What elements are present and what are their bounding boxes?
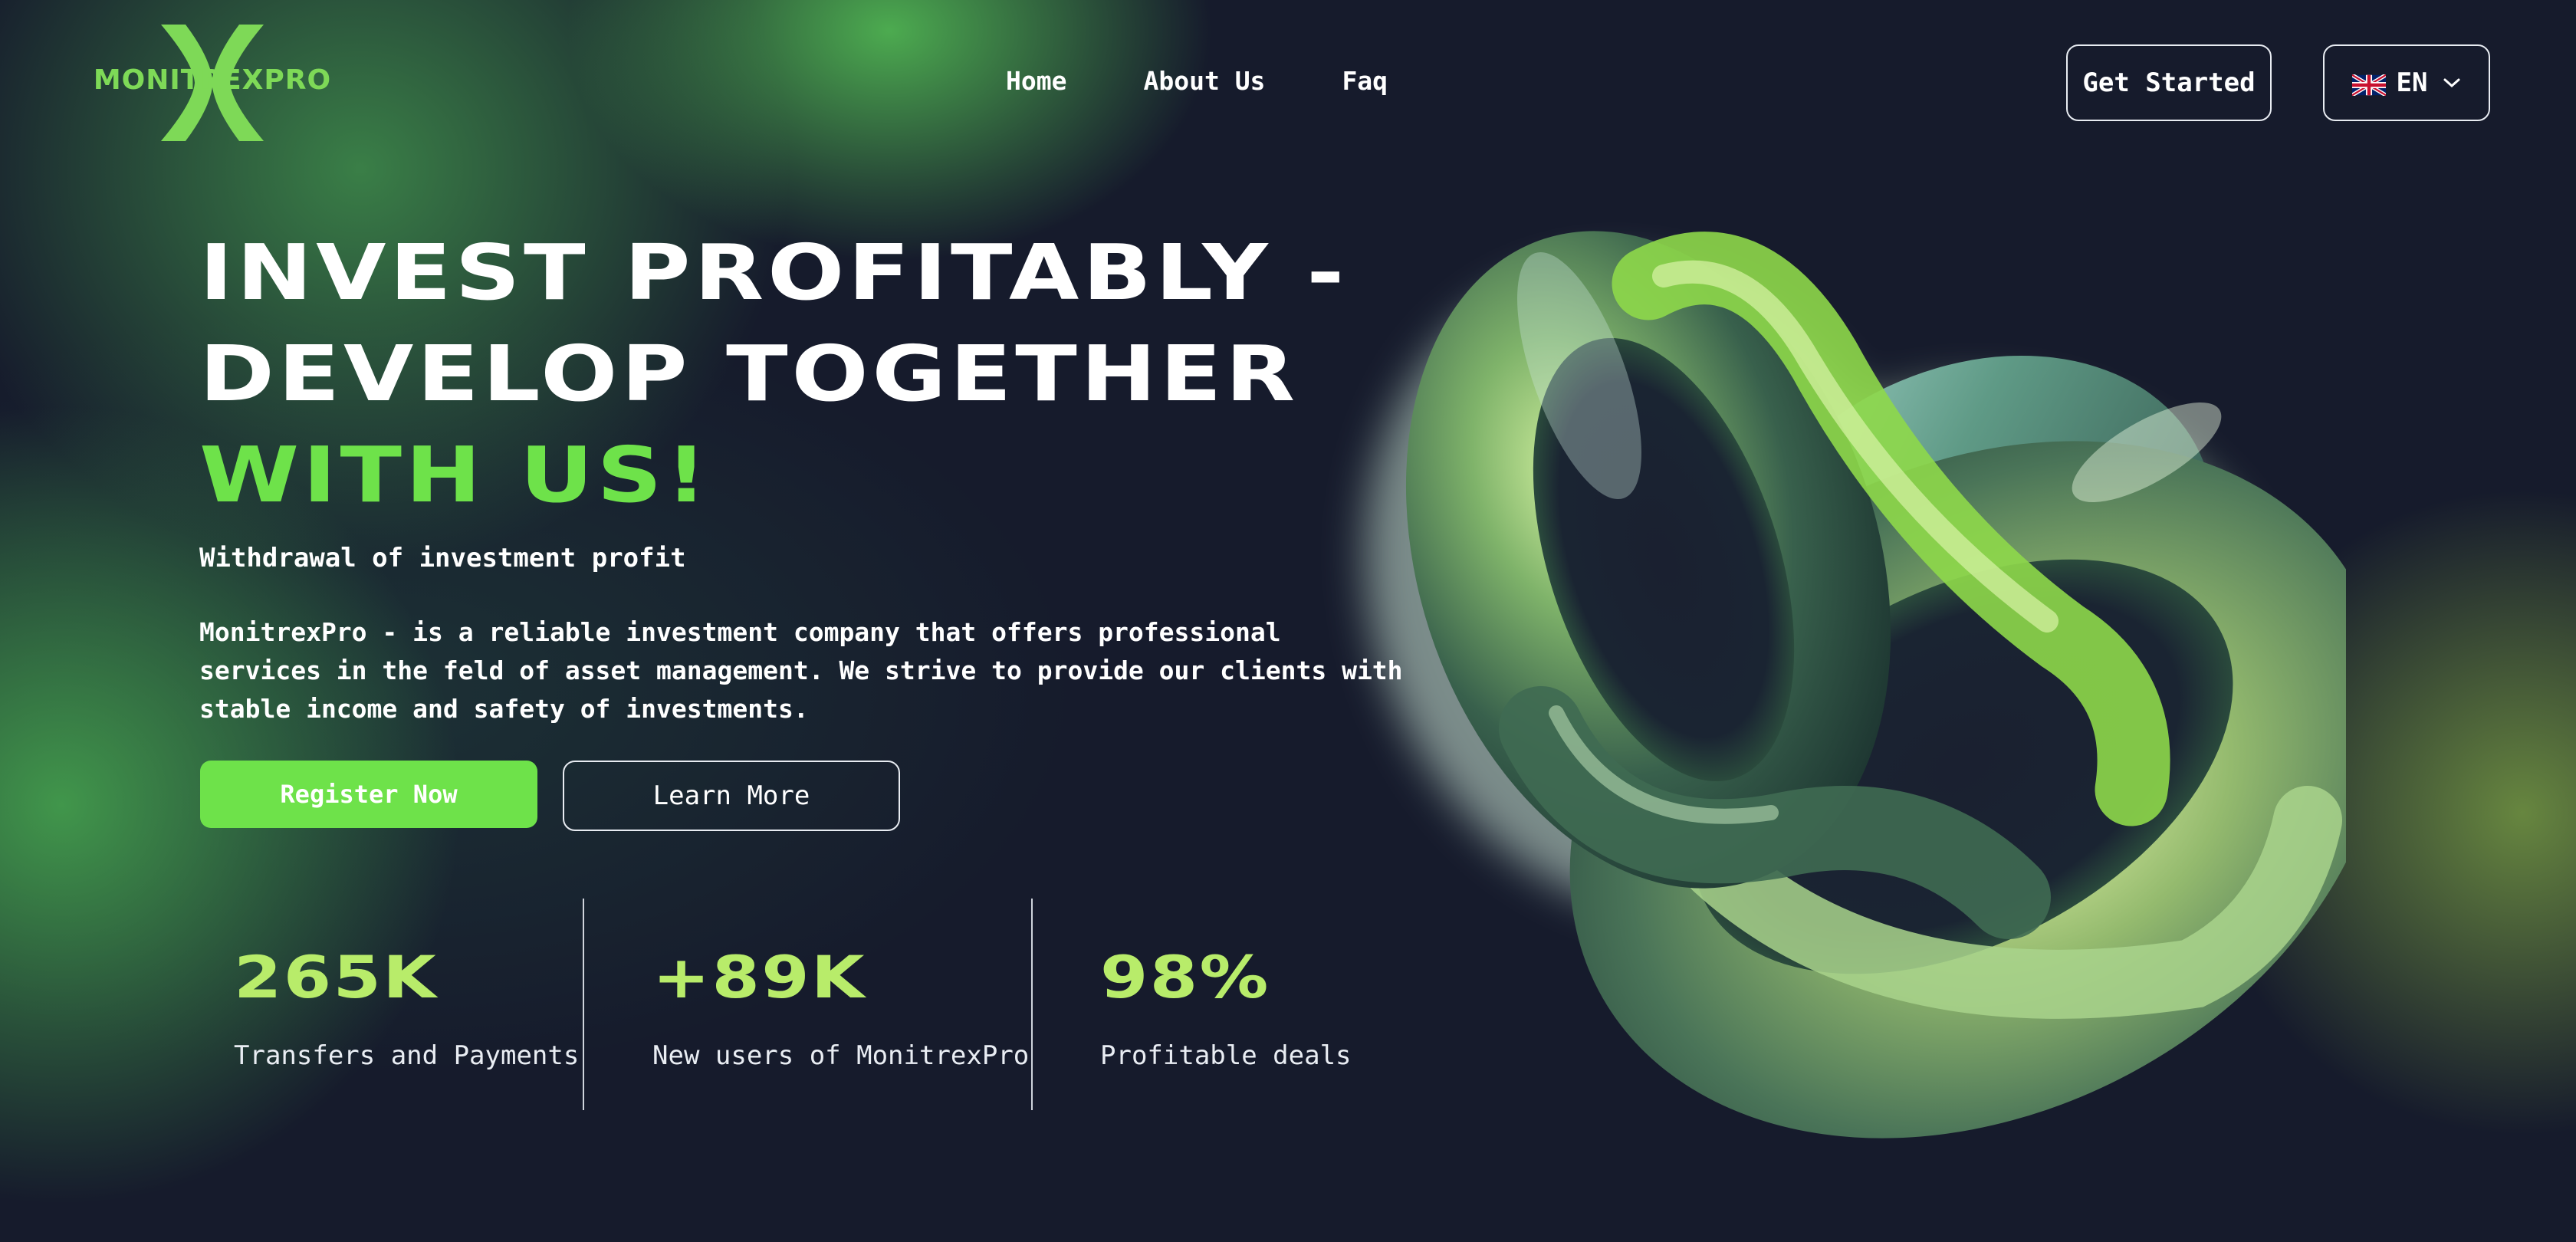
nav-about-us[interactable]: About Us — [1143, 66, 1265, 96]
hero-title: INVEST PROFITABLY - DEVELOP TOGETHER WIT… — [199, 222, 1349, 526]
get-started-label: Get Started — [2082, 67, 2256, 98]
learn-more-label: Learn More — [652, 780, 810, 811]
hero-title-line-3: WITH US! — [199, 430, 711, 520]
hero-description: MonitrexPro - is a reliable investment c… — [199, 617, 1403, 724]
hero-subtitle: Withdrawal of investment profit — [199, 543, 686, 573]
register-now-button[interactable]: Register Now — [200, 761, 537, 828]
main-nav: Home About Us Faq — [1006, 66, 1388, 96]
stat-value: +89K — [652, 943, 866, 1011]
chevron-down-icon — [2443, 72, 2461, 94]
stat-divider — [1031, 899, 1033, 1110]
brand-name: MONITREXPRO — [93, 64, 332, 96]
hero-title-line-1: INVEST PROFITABLY - — [199, 228, 1348, 317]
nav-home[interactable]: Home — [1006, 66, 1066, 96]
stat-divider — [583, 899, 584, 1110]
language-code: EN — [2396, 67, 2428, 98]
stat-value: 98% — [1100, 943, 1270, 1011]
uk-flag-icon — [2351, 72, 2387, 97]
stat-transfers: 265K Transfers and Payments — [234, 943, 579, 1071]
brand-logo[interactable]: MONITREXPRO — [86, 25, 339, 141]
language-selector[interactable]: EN — [2323, 44, 2490, 121]
get-started-button[interactable]: Get Started — [2066, 44, 2272, 121]
stat-label: Profitable deals — [1100, 1040, 1352, 1071]
stat-label: Transfers and Payments — [234, 1040, 580, 1071]
stat-new-users: +89K New users of MonitrexPro — [652, 943, 1029, 1071]
stat-value: 265K — [234, 943, 439, 1011]
learn-more-button[interactable]: Learn More — [563, 761, 900, 831]
stat-profitable-deals: 98% Profitable deals — [1100, 943, 1352, 1071]
nav-faq[interactable]: Faq — [1342, 66, 1388, 96]
stat-label: New users of MonitrexPro — [652, 1040, 1030, 1071]
hero-title-line-2: DEVELOP TOGETHER — [199, 329, 1299, 419]
register-now-label: Register Now — [280, 780, 458, 809]
